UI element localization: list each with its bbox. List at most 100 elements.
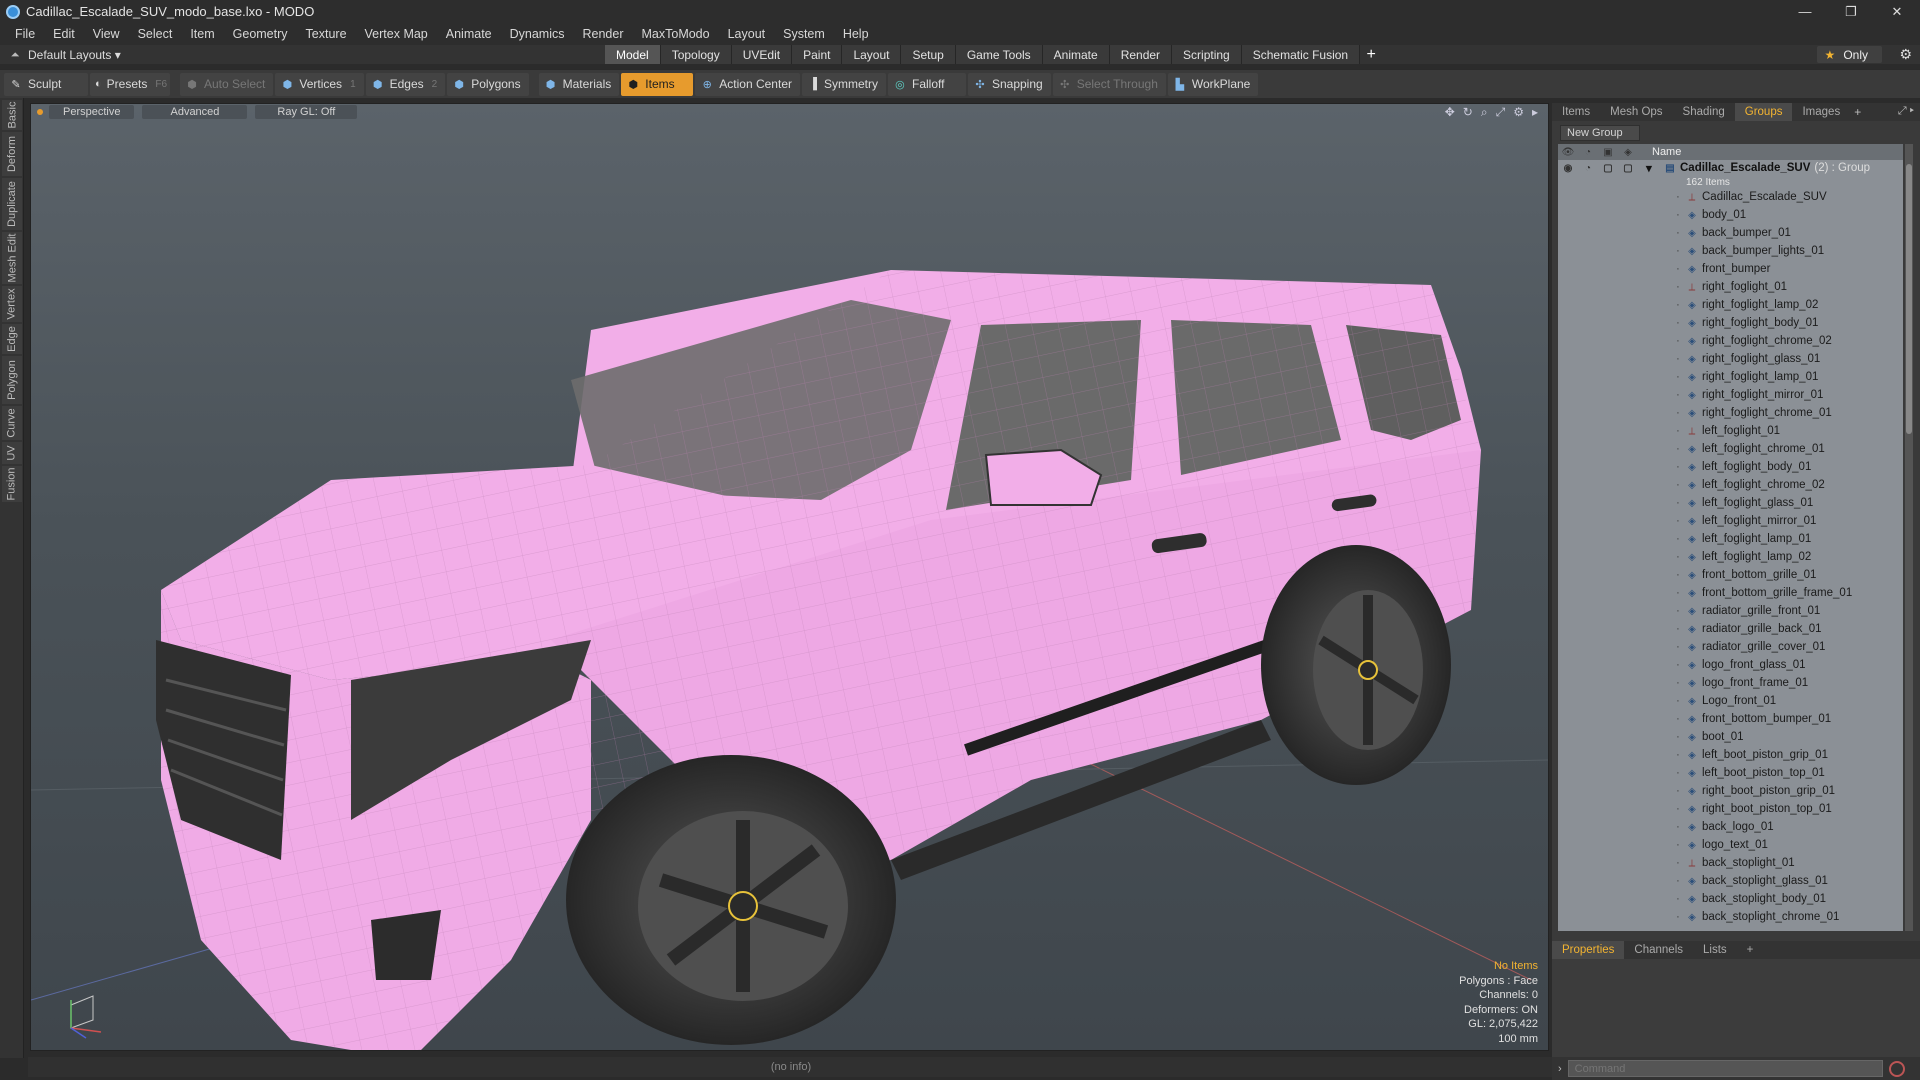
left-tab-mesh-edit[interactable]: Mesh Edit — [2, 232, 22, 284]
presets-button[interactable]: ◐ Presets F6 — [90, 72, 170, 96]
command-clear-icon[interactable] — [1888, 1060, 1905, 1077]
menu-edit[interactable]: Edit — [44, 27, 84, 41]
tree-item-row[interactable]: · ◈ front_bumper — [1558, 260, 1903, 278]
layout-tab-scripting[interactable]: Scripting — [1172, 45, 1242, 64]
view-mode-dropdown[interactable]: Perspective — [49, 105, 135, 119]
tree-expand-icon[interactable]: · — [1676, 533, 1686, 545]
left-tab-uv[interactable]: UV — [2, 442, 22, 464]
panel-tab-images[interactable]: Images — [1792, 103, 1850, 121]
tree-expand-icon[interactable]: · — [1676, 677, 1686, 689]
tree-item-row[interactable]: · ◈ logo_text_01 — [1558, 836, 1903, 854]
tree-expand-icon[interactable]: · — [1676, 587, 1686, 599]
materials-button[interactable]: ⬢ Materials — [538, 72, 620, 96]
tree-expand-icon[interactable]: · — [1676, 227, 1686, 239]
menu-render[interactable]: Render — [574, 27, 633, 41]
tree-item-row[interactable]: · ◈ left_foglight_chrome_01 — [1558, 440, 1903, 458]
gear-icon[interactable]: ⚙ — [1899, 46, 1912, 63]
menu-file[interactable]: File — [6, 27, 44, 41]
left-tab-basic[interactable]: Basic — [2, 100, 22, 130]
tree-expand-icon[interactable]: · — [1676, 875, 1686, 887]
menu-animate[interactable]: Animate — [437, 27, 501, 41]
viewport-menu-dot[interactable] — [37, 109, 43, 115]
layout-tab-animate[interactable]: Animate — [1042, 45, 1110, 64]
command-input[interactable] — [1567, 1060, 1883, 1077]
props-tab-properties[interactable]: Properties — [1552, 941, 1625, 959]
props-tab-channels[interactable]: Channels — [1624, 941, 1693, 959]
tree-item-row[interactable]: · ⟂ left_foglight_01 — [1558, 422, 1903, 440]
tree-item-row[interactable]: · ◈ radiator_grille_front_01 — [1558, 602, 1903, 620]
edges-button[interactable]: ⬢ Edges 2 — [365, 72, 446, 96]
layout-tab-topology[interactable]: Topology — [660, 45, 732, 64]
tree-item-row[interactable]: · ◈ back_logo_01 — [1558, 818, 1903, 836]
add-panel-tab-icon[interactable]: + — [1850, 105, 1865, 119]
name-column-header[interactable]: Name — [1646, 146, 1681, 158]
tree-expand-icon[interactable]: · — [1676, 497, 1686, 509]
menu-help[interactable]: Help — [834, 27, 878, 41]
raygl-dropdown[interactable]: Ray GL: Off — [255, 105, 358, 119]
action-center-button[interactable]: ⊕ Action Center — [695, 72, 800, 96]
tree-item-row[interactable]: · ◈ back_stoplight_body_01 — [1558, 890, 1903, 908]
tree-item-row[interactable]: · ◈ logo_front_glass_01 — [1558, 656, 1903, 674]
menu-dynamics[interactable]: Dynamics — [501, 27, 574, 41]
tree-expand-icon[interactable]: · — [1676, 623, 1686, 635]
menu-geometry[interactable]: Geometry — [224, 27, 297, 41]
auto-select-button[interactable]: ⬢ Auto Select — [180, 72, 274, 96]
tree-expand-icon[interactable]: · — [1676, 299, 1686, 311]
tree-item-row[interactable]: · ◈ right_boot_piston_grip_01 — [1558, 782, 1903, 800]
tree-expand-icon[interactable]: · — [1676, 785, 1686, 797]
tree-item-row[interactable]: · ◈ body_01 — [1558, 206, 1903, 224]
tree-expand-icon[interactable]: · — [1676, 821, 1686, 833]
tree-item-row[interactable]: · ◈ left_foglight_lamp_02 — [1558, 548, 1903, 566]
tree-item-row[interactable]: · ⟂ right_foglight_01 — [1558, 278, 1903, 296]
tree-item-row[interactable]: · ◈ back_stoplight_glass_01 — [1558, 872, 1903, 890]
tree-expand-icon[interactable]: · — [1676, 803, 1686, 815]
tree-item-row[interactable]: · ◈ radiator_grille_back_01 — [1558, 620, 1903, 638]
tree-expand-icon[interactable]: · — [1676, 767, 1686, 779]
tree-item-row[interactable]: · ◈ back_bumper_lights_01 — [1558, 242, 1903, 260]
props-tab-lists[interactable]: Lists — [1693, 941, 1737, 959]
only-button[interactable]: ★ Only — [1816, 46, 1882, 63]
layout-tab-layout[interactable]: Layout — [842, 45, 902, 64]
tree-item-row[interactable]: · ◈ right_foglight_chrome_01 — [1558, 404, 1903, 422]
tree-item-row[interactable]: · ◈ right_boot_piston_top_01 — [1558, 800, 1903, 818]
rotate-icon[interactable]: ↻ — [1463, 105, 1473, 120]
menu-select[interactable]: Select — [129, 27, 182, 41]
menu-view[interactable]: View — [84, 27, 129, 41]
panel-tab-groups[interactable]: Groups — [1734, 103, 1793, 121]
layout-toggle-icon[interactable]: ⏶ — [8, 48, 22, 62]
tree-expand-icon[interactable]: · — [1676, 749, 1686, 761]
tree-item-row[interactable]: · ◈ right_foglight_lamp_02 — [1558, 296, 1903, 314]
tree-expand-icon[interactable]: · — [1676, 209, 1686, 221]
tree-expand-icon[interactable]: · — [1676, 191, 1686, 203]
shading-dropdown[interactable]: Advanced — [142, 105, 248, 119]
tree-expand-icon[interactable]: · — [1676, 479, 1686, 491]
vertices-button[interactable]: ⬢ Vertices 1 — [275, 72, 364, 96]
tree-expand-icon[interactable]: · — [1676, 515, 1686, 527]
menu-layout[interactable]: Layout — [719, 27, 775, 41]
layout-tab-render[interactable]: Render — [1109, 45, 1173, 64]
add-props-tab-icon[interactable]: + — [1737, 941, 1764, 959]
tree-item-row[interactable]: · ◈ right_foglight_glass_01 — [1558, 350, 1903, 368]
panel-tab-items[interactable]: Items — [1552, 103, 1600, 121]
menu-vertex-map[interactable]: Vertex Map — [356, 27, 437, 41]
tree-expand-icon[interactable]: · — [1676, 353, 1686, 365]
tree-expand-icon[interactable]: · — [1676, 857, 1686, 869]
panel-expand-icon[interactable]: ⤢ ▸ — [1898, 105, 1914, 118]
add-layout-tab-icon[interactable]: + — [1360, 45, 1382, 64]
menu-maxtomodo[interactable]: MaxToModo — [633, 27, 719, 41]
eye-column-icon[interactable]: 👁 — [1558, 144, 1578, 160]
layout-tab-game-tools[interactable]: Game Tools — [955, 45, 1043, 64]
tree-expand-icon[interactable]: · — [1676, 713, 1686, 725]
menu-texture[interactable]: Texture — [297, 27, 356, 41]
tree-item-row[interactable]: · ◈ left_foglight_lamp_01 — [1558, 530, 1903, 548]
tree-expand-icon[interactable]: · — [1676, 569, 1686, 581]
close-button[interactable]: ✕ — [1874, 0, 1920, 23]
lock-column-icon[interactable]: ▣ — [1598, 144, 1618, 160]
sculpt-button[interactable]: ✎ Sculpt — [4, 72, 88, 96]
tree-expand-icon[interactable]: · — [1676, 641, 1686, 653]
tree-item-row[interactable]: · ◈ right_foglight_mirror_01 — [1558, 386, 1903, 404]
tree-item-row[interactable]: · ◈ right_foglight_body_01 — [1558, 314, 1903, 332]
scroll-thumb[interactable] — [1906, 164, 1912, 434]
left-tab-deform[interactable]: Deform — [2, 132, 22, 176]
symmetry-button[interactable]: ▐ Symmetry — [801, 72, 886, 96]
